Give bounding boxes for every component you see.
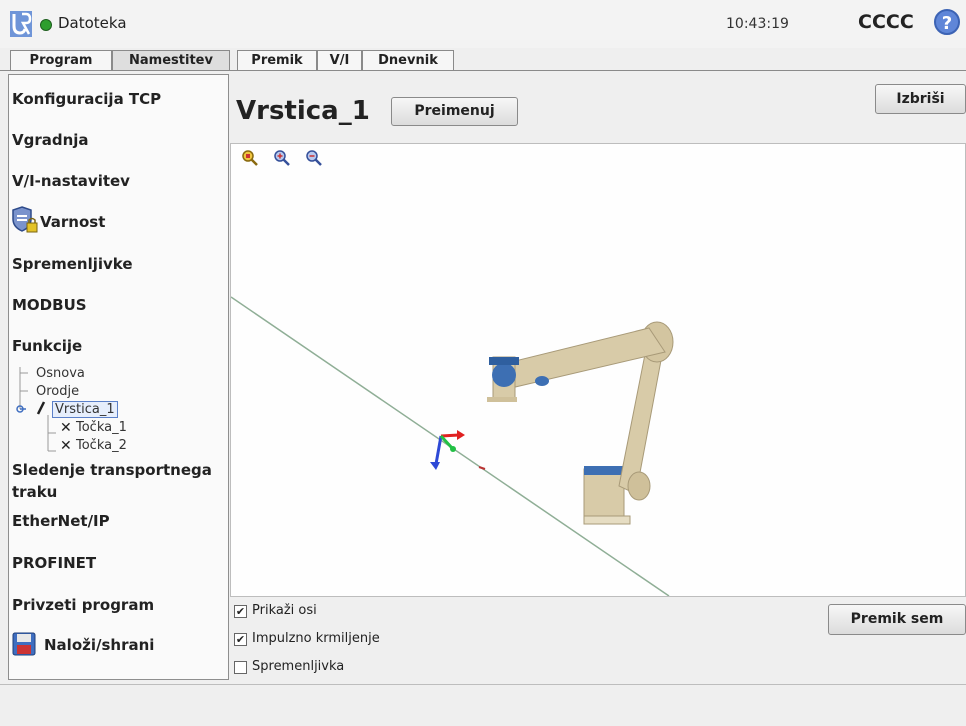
sidebar-item-load-save[interactable]: Naloži/shrani bbox=[44, 636, 154, 654]
sidebar-item-io-setup[interactable]: V/I-nastavitev bbox=[12, 172, 130, 190]
point-feature-icon: ✕ bbox=[60, 420, 72, 436]
sidebar-item-ethernet-ip[interactable]: EtherNet/IP bbox=[12, 512, 110, 530]
robot-scene bbox=[231, 296, 674, 596]
tree-item-point2[interactable]: Točka_2 bbox=[76, 438, 127, 453]
title-bar bbox=[0, 0, 966, 48]
shield-lock-icon bbox=[12, 206, 38, 233]
page-title: Vrstica_1 bbox=[236, 96, 370, 126]
file-menu[interactable]: Datoteka bbox=[58, 14, 127, 32]
sidebar-item-variables[interactable]: Spremenljivke bbox=[12, 255, 133, 273]
tab-dnevnik[interactable]: Dnevnik bbox=[362, 50, 454, 70]
jog-control-label: Impulzno krmiljenje bbox=[252, 631, 380, 646]
sidebar-item-mounting[interactable]: Vgradnja bbox=[12, 131, 89, 149]
tab-premik[interactable]: Premik bbox=[237, 50, 317, 70]
check-mark: ✔ bbox=[235, 605, 246, 618]
show-axes-label: Prikaži osi bbox=[252, 603, 317, 618]
sidebar-item-features[interactable]: Funkcije bbox=[12, 337, 82, 355]
ur-logo bbox=[10, 11, 32, 37]
tab-divider bbox=[0, 70, 966, 71]
tab-program[interactable]: Program bbox=[10, 50, 112, 70]
sidebar-item-default-program[interactable]: Privzeti program bbox=[12, 596, 154, 614]
bottom-divider bbox=[0, 684, 966, 685]
sidebar-item-tcp-config[interactable]: Konfiguracija TCP bbox=[12, 90, 161, 108]
help-icon[interactable]: ? bbox=[934, 9, 960, 35]
sidebar-item-conveyor-tracking[interactable]: Sledenje transportnega traku bbox=[12, 459, 212, 503]
jog-control-checkbox[interactable]: ✔ bbox=[234, 633, 247, 646]
tree-item-point1[interactable]: Točka_1 bbox=[76, 420, 127, 435]
robot-name: CCCC bbox=[858, 11, 914, 33]
show-axes-checkbox[interactable]: ✔ bbox=[234, 605, 247, 618]
move-here-button[interactable]: Premik sem bbox=[828, 604, 966, 635]
clock: 10:43:19 bbox=[726, 16, 789, 32]
sidebar-item-safety[interactable]: Varnost bbox=[40, 213, 105, 231]
floppy-disk-icon bbox=[12, 632, 36, 656]
variable-label: Spremenljivka bbox=[252, 659, 345, 674]
sidebar-item-profinet[interactable]: PROFINET bbox=[12, 554, 96, 572]
tab-vi[interactable]: V/I bbox=[317, 50, 362, 70]
rename-button[interactable]: Preimenuj bbox=[391, 97, 518, 126]
robot-arm bbox=[487, 321, 674, 525]
variable-checkbox[interactable] bbox=[234, 661, 247, 674]
point-feature-icon: ✕ bbox=[60, 438, 72, 454]
delete-button[interactable]: Izbriši bbox=[875, 84, 966, 114]
tree-item-tool[interactable]: Orodje bbox=[36, 384, 79, 399]
check-mark: ✔ bbox=[235, 633, 246, 646]
tab-namestitev[interactable]: Namestitev bbox=[112, 50, 230, 70]
tree-item-base[interactable]: Osnova bbox=[36, 366, 85, 381]
status-indicator bbox=[40, 19, 52, 31]
tree-item-line-selected[interactable]: Vrstica_1 bbox=[52, 401, 118, 418]
sidebar-item-modbus[interactable]: MODBUS bbox=[12, 296, 87, 314]
line-feature-icon bbox=[36, 401, 46, 415]
